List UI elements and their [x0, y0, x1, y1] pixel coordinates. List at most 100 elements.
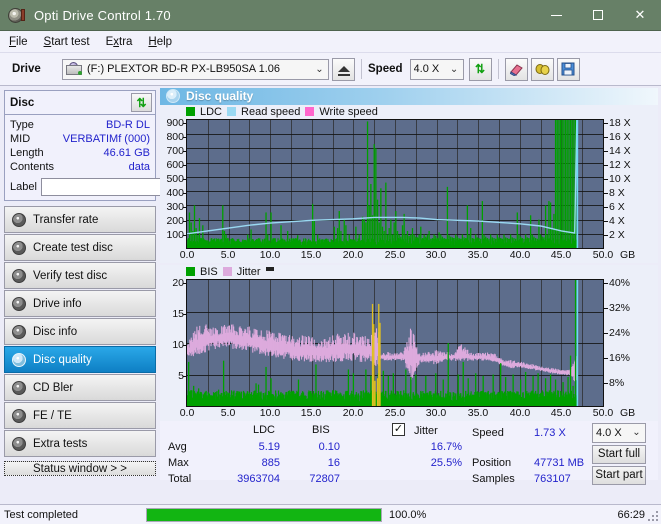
status-text: Test completed	[4, 508, 78, 521]
ldc-y2tick: 12 X	[609, 158, 631, 171]
legend-label-jitter: Jitter	[236, 265, 261, 278]
transfer-rate-icon	[12, 212, 26, 227]
elapsed-time: 66:29	[617, 508, 645, 521]
start-full-button[interactable]: Start full	[592, 444, 646, 464]
bis-y2tick: 40%	[609, 276, 631, 289]
ldc-y2-axis: 18 X 16 X 14 X 12 X 10 X 8 X 6 X 4 X 2 X	[604, 116, 640, 249]
resize-grip[interactable]	[648, 511, 659, 522]
page-title: Disc quality	[186, 89, 254, 104]
disc-refresh-button[interactable]: ⇅	[131, 93, 152, 112]
ldc-ytick: 800	[166, 130, 184, 143]
menu-file-rest: ile	[16, 35, 28, 48]
main-area: Disc ⇅ Type BD-R DL MID VERBATIMf (000)	[0, 86, 661, 485]
menu-start-test[interactable]: Start test	[44, 36, 90, 48]
checkbox-checked-icon: ✓	[392, 422, 405, 436]
legend-swatch-write-speed	[305, 107, 315, 117]
chevron-down-icon: ⌄	[632, 427, 641, 439]
speed-label: Speed	[368, 63, 403, 75]
sidebar-item-label: Transfer rate	[33, 213, 99, 226]
stats-jitter-max: 25.5%	[430, 456, 462, 469]
minimize-button[interactable]	[535, 0, 577, 31]
sidebar-item-drive-info[interactable]: Drive info	[4, 290, 156, 317]
disc-row-mid: MID VERBATIMf (000)	[10, 132, 150, 146]
menu-help[interactable]: Help	[148, 36, 172, 48]
ldc-y2tick: 6 X	[609, 200, 625, 213]
progress-percent: 100.0%	[389, 508, 427, 521]
eject-icon	[337, 66, 350, 76]
toolbar-divider-2	[497, 59, 499, 79]
menu-start-test-rest: tart test	[51, 35, 90, 48]
sidebar: Disc ⇅ Type BD-R DL MID VERBATIMf (000)	[0, 86, 246, 480]
disc-properties: Type BD-R DL MID VERBATIMf (000) Length …	[5, 115, 246, 200]
test-speed-value: 4.0 X	[596, 426, 622, 439]
app-window: Opti Drive Control 1.70 ✕ File Start tes…	[0, 0, 661, 524]
ldc-xtick: 15.0	[300, 248, 322, 261]
legend-swatch-read-speed	[227, 107, 237, 117]
progress-fill	[147, 508, 381, 521]
sidebar-item-fe-te[interactable]: FE / TE	[4, 402, 156, 429]
legend-swatch-bis	[186, 267, 195, 277]
erase-button[interactable]	[504, 57, 528, 81]
start-part-button[interactable]: Start part	[592, 465, 646, 485]
ldc-y2tick: 18 X	[609, 116, 631, 129]
disc-row-mid-value: VERBATIMf (000)	[62, 133, 150, 145]
maximize-button[interactable]	[577, 0, 619, 31]
refresh-button[interactable]: ⇅	[468, 57, 492, 81]
bis-chart-legend: BIS Jitter	[160, 265, 658, 279]
bis-xtick: 15.0	[300, 406, 322, 419]
disc-label-key: Label	[10, 180, 37, 193]
ldc-xtick: 0.0	[179, 248, 195, 261]
sidebar-item-create-test-disc[interactable]: Create test disc	[4, 234, 156, 261]
ldc-xaxis-unit: GB	[620, 248, 636, 261]
bis-xtick: 0.0	[179, 406, 195, 419]
speed-select[interactable]: 4.0 X ⌄	[409, 58, 464, 80]
verify-test-disc-icon	[12, 268, 26, 283]
menu-file[interactable]: File	[9, 36, 28, 48]
bis-y2-axis: 40% 32% 24% 16% 8%	[604, 276, 640, 407]
ldc-xtick: 5.0	[220, 248, 236, 261]
disc-info-icon	[12, 324, 26, 339]
tools-button[interactable]	[530, 57, 554, 81]
speed-stat-label: Speed	[472, 426, 504, 439]
close-button[interactable]: ✕	[619, 0, 661, 31]
disc-row-length-key: Length	[10, 147, 44, 159]
drive-select[interactable]: (F:) PLEXTOR BD-R PX-LB950SA 1.06 ⌄	[62, 58, 329, 80]
ldc-xtick: 40.0	[509, 248, 531, 261]
jitter-label: Jitter	[414, 424, 438, 437]
eject-button[interactable]	[332, 57, 355, 81]
samples-stat-label: Samples	[472, 472, 515, 485]
disc-quality-icon	[166, 89, 180, 104]
test-speed-select[interactable]: 4.0 X ⌄	[592, 422, 646, 443]
sidebar-item-label: Disc info	[33, 325, 78, 338]
jitter-marker-icon	[265, 267, 274, 272]
jitter-checkbox[interactable]: ✓	[392, 422, 405, 436]
bis-y2tick: 16%	[609, 351, 631, 364]
disc-row-contents: Contents data	[10, 160, 150, 174]
bis-xtick: 10.0	[259, 406, 281, 419]
chevron-down-icon: ⌄	[315, 63, 324, 75]
sidebar-item-disc-quality[interactable]: Disc quality	[4, 346, 156, 373]
window-title: Opti Drive Control 1.70	[34, 7, 171, 23]
menu-extra-rest: tra	[119, 35, 133, 48]
ldc-xtick: 10.0	[259, 248, 281, 261]
sidebar-item-disc-info[interactable]: Disc info	[4, 318, 156, 345]
ldc-xtick: 35.0	[467, 248, 489, 261]
bis-xtick: 40.0	[509, 406, 531, 419]
menu-extra[interactable]: Extra	[106, 36, 133, 48]
status-window-button[interactable]: Status window > >	[4, 461, 156, 476]
sidebar-item-verify-test-disc[interactable]: Verify test disc	[4, 262, 156, 289]
disc-row-type-key: Type	[10, 119, 34, 131]
sidebar-item-cd-bler[interactable]: CD Bler	[4, 374, 156, 401]
sidebar-item-extra-tests[interactable]: Extra tests	[4, 430, 156, 457]
ldc-plot-row: 900 800 700 600 500 400 300 200 100 18 X…	[160, 116, 658, 249]
bis-xtick: 50.0	[592, 406, 614, 419]
bis-plot-svg	[187, 279, 603, 406]
disc-row-length-value: 46.61 GB	[103, 147, 150, 159]
stats-bis-max: 16	[327, 456, 340, 469]
save-button[interactable]	[556, 57, 580, 81]
bis-y2tick: 8%	[609, 376, 625, 389]
title-bar: Opti Drive Control 1.70 ✕	[0, 0, 661, 31]
sidebar-item-transfer-rate[interactable]: Transfer rate	[4, 206, 156, 233]
ldc-y2tick: 14 X	[609, 144, 631, 157]
ldc-xtick: 50.0	[592, 248, 614, 261]
